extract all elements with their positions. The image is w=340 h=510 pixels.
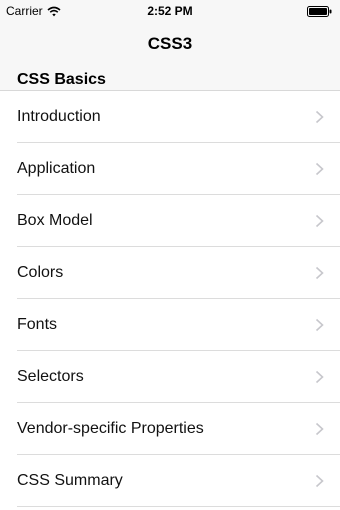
topic-list: Introduction Application Box Model Color…	[0, 91, 340, 507]
list-item-vendor-specific-properties[interactable]: Vendor-specific Properties	[0, 403, 340, 455]
list-item-label: CSS Summary	[17, 472, 123, 489]
status-bar: Carrier 2:52 PM	[0, 0, 340, 22]
chevron-right-icon	[315, 474, 324, 488]
list-item-label: Colors	[17, 264, 64, 281]
chevron-right-icon	[315, 318, 324, 332]
list-item-selectors[interactable]: Selectors	[0, 351, 340, 403]
list-item-label: Introduction	[17, 108, 101, 125]
chevron-right-icon	[315, 266, 324, 280]
list-item-label: Application	[17, 160, 96, 177]
battery-icon	[307, 6, 332, 17]
list-item-css-summary[interactable]: CSS Summary	[0, 455, 340, 507]
chevron-right-icon	[315, 162, 324, 176]
list-item-label: Vendor-specific Properties	[17, 420, 204, 437]
chevron-right-icon	[315, 110, 324, 124]
list-item-label: Selectors	[17, 368, 84, 385]
chevron-right-icon	[315, 370, 324, 384]
navigation-bar: CSS3	[0, 22, 340, 66]
list-item-application[interactable]: Application	[0, 143, 340, 195]
list-item-fonts[interactable]: Fonts	[0, 299, 340, 351]
list-item-box-model[interactable]: Box Model	[0, 195, 340, 247]
list-item-label: Fonts	[17, 316, 58, 333]
list-item-label: Box Model	[17, 212, 93, 229]
list-item-introduction[interactable]: Introduction	[0, 91, 340, 143]
list-item-colors[interactable]: Colors	[0, 247, 340, 299]
nav-title: CSS3	[147, 34, 193, 53]
chevron-right-icon	[315, 422, 324, 436]
status-time: 2:52 PM	[147, 4, 193, 18]
section-header: CSS Basics	[0, 66, 340, 91]
chevron-right-icon	[315, 214, 324, 228]
